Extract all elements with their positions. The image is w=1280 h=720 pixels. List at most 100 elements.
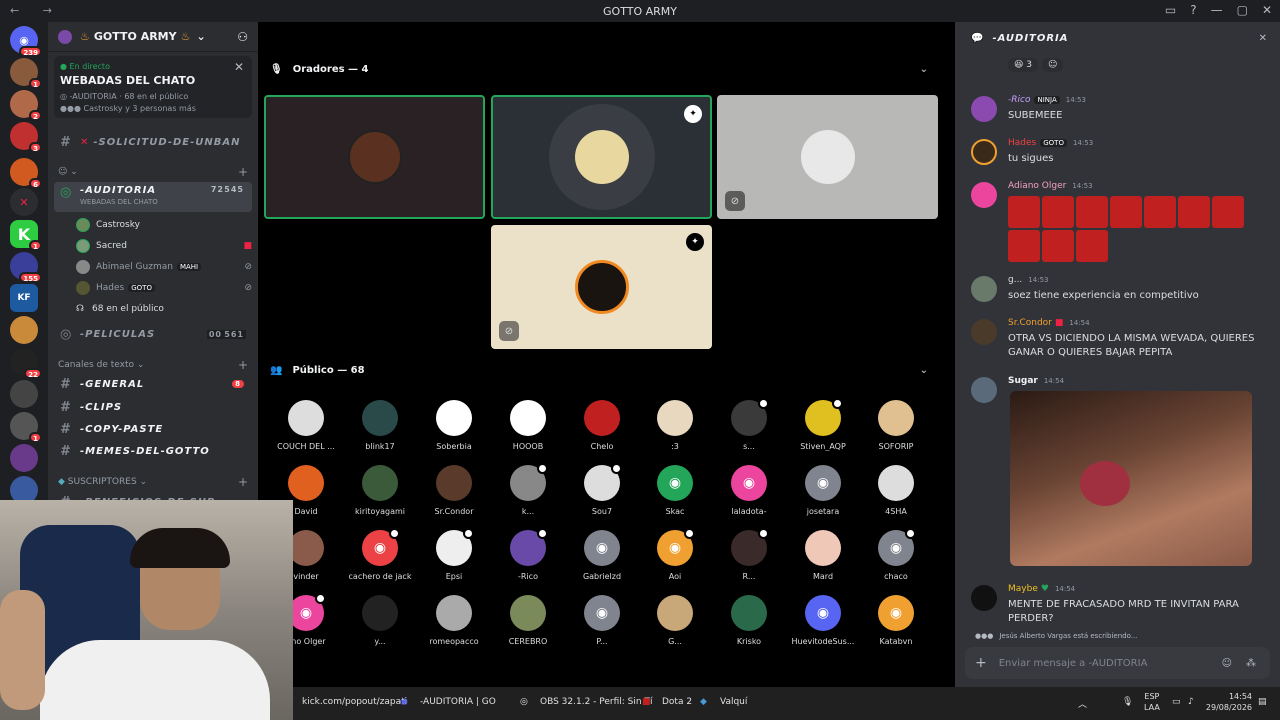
taskbar-browser[interactable]: kick.com/popout/zapati <box>302 697 407 707</box>
server-icon[interactable]: 3 <box>10 122 42 153</box>
close-icon[interactable]: ✕ <box>234 60 244 74</box>
emote[interactable] <box>1008 230 1040 262</box>
speaker-tile[interactable]: ✦ ⊘ <box>491 225 712 349</box>
kick-server-icon[interactable]: K1 <box>10 220 42 251</box>
network-icon[interactable]: ▭ <box>1172 697 1181 707</box>
server-icon[interactable]: 155 <box>10 252 42 283</box>
channel-solicitud[interactable]: # ✕ -SOLICITUD-DE-UNBAN <box>54 132 252 152</box>
audience-member[interactable]: -Rico <box>493 528 563 581</box>
emote[interactable] <box>1212 196 1244 228</box>
message-composer[interactable]: + Enviar mensaje a -AUDITORIA ☺ ⁂ <box>965 647 1270 679</box>
server-icon[interactable] <box>10 316 38 344</box>
channel-copy-paste[interactable]: # -COPY-PASTE <box>54 419 252 439</box>
audience-member[interactable]: HOOOB <box>493 400 563 451</box>
server-icon[interactable]: 1 <box>10 412 42 443</box>
audience-member[interactable]: ◉ Katabvn <box>861 595 931 646</box>
audience-member[interactable]: ◉ HuevitodeSus... <box>788 595 858 646</box>
maximize-button[interactable]: ▢ <box>1237 3 1248 17</box>
message-image[interactable] <box>1010 391 1252 566</box>
audience-member[interactable]: Epsi <box>419 528 489 581</box>
emote[interactable] <box>1144 196 1176 228</box>
emote[interactable] <box>1042 230 1074 262</box>
taskbar-app[interactable]: Valquí <box>720 697 747 707</box>
server-icon[interactable]: 6 <box>10 158 42 189</box>
audience-member[interactable]: Sr.Condor <box>419 465 489 516</box>
audience-member[interactable]: G... <box>640 595 710 646</box>
voice-user[interactable]: Abimael Guzman MAHI ⊘ <box>76 257 252 277</box>
minimize-button[interactable]: — <box>1211 3 1223 17</box>
category-header[interactable]: ☺ ⌄ + <box>58 165 248 179</box>
audience-member[interactable]: Chelo <box>567 400 637 451</box>
emote[interactable] <box>1110 196 1142 228</box>
emote[interactable] <box>1008 196 1040 228</box>
composer-placeholder[interactable]: Enviar mensaje a -AUDITORIA <box>999 658 1148 669</box>
speaker-tile[interactable] <box>264 95 485 219</box>
audience-member[interactable]: Sou7 <box>567 463 637 516</box>
channel-clips[interactable]: # -CLIPS <box>54 397 252 417</box>
voice-user[interactable]: Castrosky <box>76 215 252 235</box>
audience-member[interactable]: kiritoyagami <box>345 465 415 516</box>
taskbar-dota[interactable]: Dota 2 <box>662 697 692 707</box>
help-icon[interactable]: ? <box>1190 3 1196 17</box>
language-indicator[interactable]: ESP LAA <box>1144 691 1160 713</box>
audience-member[interactable]: ◉ josetara <box>788 465 858 516</box>
emote[interactable] <box>1076 196 1108 228</box>
notification-icon[interactable]: ▤ <box>1258 697 1267 707</box>
close-icon[interactable]: ✕ <box>1259 33 1268 44</box>
audience-member[interactable]: ◉ chaco <box>861 528 931 581</box>
inbox-icon[interactable]: ▭ <box>1165 3 1176 17</box>
server-icon[interactable]: 2 <box>10 90 42 121</box>
taskbar-discord[interactable]: -AUDITORIA | GO <box>420 697 496 707</box>
emote[interactable] <box>1178 196 1210 228</box>
audience-member[interactable]: Stiven_AQP <box>788 398 858 451</box>
channel-auditoria[interactable]: ◎ -AUDITORIA WEBADAS DEL CHATO 72 545 <box>54 182 252 212</box>
audience-member[interactable]: romeopacco <box>419 595 489 646</box>
audience-member[interactable]: R... <box>714 528 784 581</box>
server-header[interactable]: ♨ GOTTO ARMY ♨ ⌄ ⚇ <box>48 22 258 52</box>
audience-member[interactable]: ◉ Gabrielzd <box>567 530 637 581</box>
add-channel-icon[interactable]: + <box>238 165 248 179</box>
mic-icon[interactable]: 🎙 <box>1122 697 1133 707</box>
voice-user[interactable]: Hades GOTO ⊘ <box>76 278 252 298</box>
reaction[interactable]: 😆 3 <box>1008 58 1038 72</box>
server-icon[interactable]: 22 <box>10 348 42 379</box>
audience-member[interactable]: ◉ Aoi <box>640 528 710 581</box>
chevron-up-icon[interactable]: ︿ <box>1078 697 1087 710</box>
audience-member[interactable]: blink17 <box>345 400 415 451</box>
speakers-header[interactable]: 🎙 Oradores — 4 ⌄ <box>270 64 940 75</box>
add-reaction-icon[interactable]: ☺ <box>1041 58 1064 72</box>
channel-memes[interactable]: # -MEMES-DEL-GOTTO <box>54 441 252 461</box>
audience-member[interactable]: CEREBRO <box>493 595 563 646</box>
audience-member[interactable]: Mard <box>788 530 858 581</box>
home-icon[interactable]: ◉ 239 <box>10 26 42 57</box>
audience-member[interactable]: ◉ P... <box>567 595 637 646</box>
category-header[interactable]: Canales de texto ⌄ + <box>58 358 248 372</box>
audience-header[interactable]: 👥 Público — 68 ⌄ <box>270 365 940 376</box>
category-header[interactable]: ◆ SUSCRIPTORES ⌄ + <box>58 475 248 489</box>
add-channel-icon[interactable]: + <box>238 358 248 372</box>
server-icon[interactable]: KF <box>10 284 38 312</box>
add-channel-icon[interactable]: + <box>238 475 248 489</box>
server-icon[interactable] <box>10 380 38 408</box>
speaker-tile[interactable]: ⊘ <box>717 95 938 219</box>
volume-icon[interactable]: ♪ <box>1188 697 1194 707</box>
audience-member[interactable]: ◉ Skac <box>640 465 710 516</box>
close-button[interactable]: ✕ <box>1262 3 1272 17</box>
audience-member[interactable]: SOFORIP <box>861 400 931 451</box>
taskbar-obs[interactable]: OBS 32.1.2 - Perfil: Sin Tí <box>540 697 652 707</box>
audience-member[interactable]: ◉ cachero de jack <box>345 528 415 581</box>
invite-icon[interactable]: ⚇ <box>237 30 248 44</box>
emote[interactable] <box>1042 196 1074 228</box>
apps-icon[interactable]: ⁂ <box>1246 658 1256 669</box>
channel-general[interactable]: # -GENERAL 8 <box>54 374 252 394</box>
audience-member[interactable]: y... <box>345 595 415 646</box>
server-icon[interactable]: ✕ <box>10 188 38 216</box>
voice-user[interactable]: Sacred ■ <box>76 236 252 256</box>
plus-icon[interactable]: + <box>975 655 987 671</box>
channel-peliculas[interactable]: ◎ -PELICULAS 00 561 <box>54 324 252 344</box>
server-icon[interactable]: 1 <box>10 58 42 89</box>
live-stage-card[interactable]: ● En directo WEBADAS DEL CHATO ◎ -AUDITO… <box>54 56 252 118</box>
public-count[interactable]: ☊ 68 en el público <box>76 299 252 319</box>
audience-member[interactable]: 4SHA <box>861 465 931 516</box>
audience-member[interactable]: :3 <box>640 400 710 451</box>
